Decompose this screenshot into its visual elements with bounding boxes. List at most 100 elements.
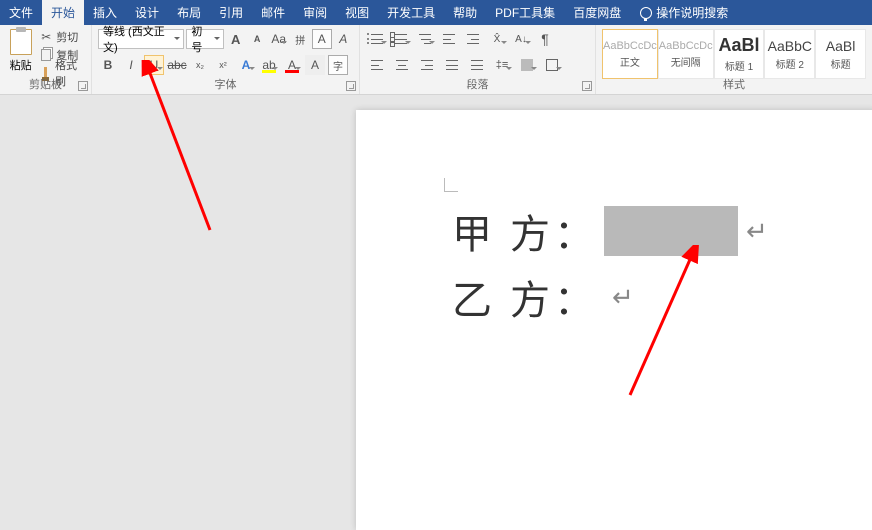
tab-review[interactable]: 审阅 [294, 0, 336, 25]
font-family-combo[interactable]: 等线 (西文正文) [98, 29, 184, 49]
bullets-button[interactable] [366, 29, 388, 49]
distribute-icon [471, 60, 483, 70]
page[interactable]: 甲 方 ： ↵ 乙 方 ： ↵ [356, 110, 872, 530]
numbering-button[interactable] [390, 29, 412, 49]
style-heading2[interactable]: AaBbC 标题 2 [764, 29, 815, 79]
align-right-button[interactable] [416, 55, 438, 75]
sort-button[interactable]: A↓ [510, 29, 532, 49]
enclose-char-button[interactable]: 字 [328, 55, 348, 75]
tab-file[interactable]: 文件 [0, 0, 42, 25]
tab-help[interactable]: 帮助 [444, 0, 486, 25]
line1-colon: ： [554, 202, 594, 260]
style-preview: AaBbC [768, 38, 812, 54]
line2-char1: 乙 [452, 268, 510, 326]
font-size-combo[interactable]: 初号 [186, 29, 224, 49]
subscript-button[interactable]: x₂ [190, 55, 210, 75]
line-spacing-button[interactable]: ‡≡ [491, 55, 513, 75]
tab-baidu[interactable]: 百度网盘 [564, 0, 630, 25]
align-center-icon [396, 60, 408, 70]
tab-devtools[interactable]: 开发工具 [378, 0, 444, 25]
scissors-icon: ✂ [39, 30, 53, 44]
return-mark-icon: ↵ [746, 216, 768, 247]
highlight-button[interactable]: ab [259, 55, 279, 75]
styles-gallery[interactable]: AaBbCcDc 正文 AaBbCcDc 无间隔 AaBl 标题 1 AaBbC… [602, 27, 866, 79]
tab-layout[interactable]: 布局 [168, 0, 210, 25]
change-case-button[interactable]: Aa [269, 29, 289, 49]
style-name-label: 标题 1 [725, 58, 753, 73]
style-title[interactable]: AaBl 标题 [815, 29, 866, 79]
char-shading-button[interactable]: A [305, 55, 325, 75]
group-clipboard: 粘贴 ✂ 剪切 复制 格式刷 剪贴板 [0, 25, 92, 94]
style-name-label: 标题 [831, 56, 851, 71]
text-effects-button[interactable]: A [236, 55, 256, 75]
font-color-button[interactable]: A [282, 55, 302, 75]
highlight-color-icon [262, 70, 276, 73]
shrink-font-button[interactable]: A [247, 29, 267, 49]
paste-label: 粘贴 [10, 57, 32, 73]
document-area[interactable]: 甲 方 ： ↵ 乙 方 ： ↵ [0, 95, 872, 528]
strikethrough-button[interactable]: abc [167, 55, 187, 75]
tab-design[interactable]: 设计 [126, 0, 168, 25]
superscript-button[interactable]: x² [213, 55, 233, 75]
tab-view[interactable]: 视图 [336, 0, 378, 25]
underline-button[interactable]: U [144, 55, 164, 75]
borders-button[interactable] [541, 55, 563, 75]
distribute-button[interactable] [466, 55, 488, 75]
phonetic-guide-button[interactable]: 拼 [290, 29, 310, 49]
tab-home[interactable]: 开始 [42, 0, 84, 25]
char-border-button[interactable]: A [312, 29, 332, 49]
tell-me[interactable]: 操作说明搜索 [630, 0, 738, 25]
tell-me-label: 操作说明搜索 [656, 4, 728, 21]
decrease-indent-button[interactable] [438, 29, 460, 49]
clipboard-dialog-launcher[interactable] [78, 81, 88, 91]
justify-icon [446, 60, 458, 70]
doc-line-2[interactable]: 乙 方 ： ↵ [452, 268, 634, 326]
paste-button[interactable]: 粘贴 [6, 27, 35, 81]
italic-button[interactable]: I [121, 55, 141, 75]
clear-formatting-button[interactable]: A [334, 29, 354, 49]
ribbon-tabs: 文件 开始 插入 设计 布局 引用 邮件 审阅 视图 开发工具 帮助 PDF工具… [0, 0, 872, 25]
font-dialog-launcher[interactable] [346, 81, 356, 91]
decrease-indent-icon [443, 34, 455, 44]
style-name-label: 正文 [620, 54, 640, 69]
styles-group-label: 样式 [596, 76, 872, 92]
grow-font-button[interactable]: A [226, 29, 246, 49]
doc-line-1[interactable]: 甲 方 ： ↵ [452, 202, 768, 260]
numbering-icon [395, 34, 407, 44]
font-group-label: 字体 [92, 76, 359, 92]
bold-button[interactable]: B [98, 55, 118, 75]
align-left-icon [371, 60, 383, 70]
style-preview: AaBbCcDc [603, 40, 657, 52]
tab-pdf[interactable]: PDF工具集 [486, 0, 564, 25]
group-styles: AaBbCcDc 正文 AaBbCcDc 无间隔 AaBl 标题 1 AaBbC… [596, 25, 872, 94]
shading-icon [521, 59, 533, 71]
cut-label: 剪切 [56, 29, 78, 45]
tab-references[interactable]: 引用 [210, 0, 252, 25]
line2-colon: ： [554, 268, 594, 326]
paragraph-group-label: 段落 [360, 76, 595, 92]
align-left-button[interactable] [366, 55, 388, 75]
style-preview: AaBl [826, 38, 856, 54]
style-name-label: 无间隔 [671, 54, 701, 69]
paragraph-dialog-launcher[interactable] [582, 81, 592, 91]
return-mark-icon: ↵ [612, 282, 634, 313]
justify-button[interactable] [441, 55, 463, 75]
align-center-button[interactable] [391, 55, 413, 75]
increase-indent-button[interactable] [462, 29, 484, 49]
multilevel-button[interactable] [414, 29, 436, 49]
paste-icon [10, 29, 32, 55]
increase-indent-icon [467, 34, 479, 44]
tab-mailings[interactable]: 邮件 [252, 0, 294, 25]
show-marks-button[interactable]: ¶ [534, 29, 556, 49]
shading-button[interactable] [516, 55, 538, 75]
style-normal[interactable]: AaBbCcDc 正文 [602, 29, 658, 79]
text-selection[interactable] [604, 206, 738, 256]
style-heading1[interactable]: AaBl 标题 1 [714, 29, 765, 79]
group-font: 等线 (西文正文) 初号 A A Aa 拼 A A B I U abc x₂ x… [92, 25, 360, 94]
style-nospacing[interactable]: AaBbCcDc 无间隔 [658, 29, 714, 79]
style-preview: AaBbCcDc [659, 40, 713, 52]
borders-icon [546, 59, 558, 71]
asian-layout-button[interactable]: X̂ [486, 29, 508, 49]
tab-insert[interactable]: 插入 [84, 0, 126, 25]
cut-button[interactable]: ✂ 剪切 [39, 29, 85, 45]
